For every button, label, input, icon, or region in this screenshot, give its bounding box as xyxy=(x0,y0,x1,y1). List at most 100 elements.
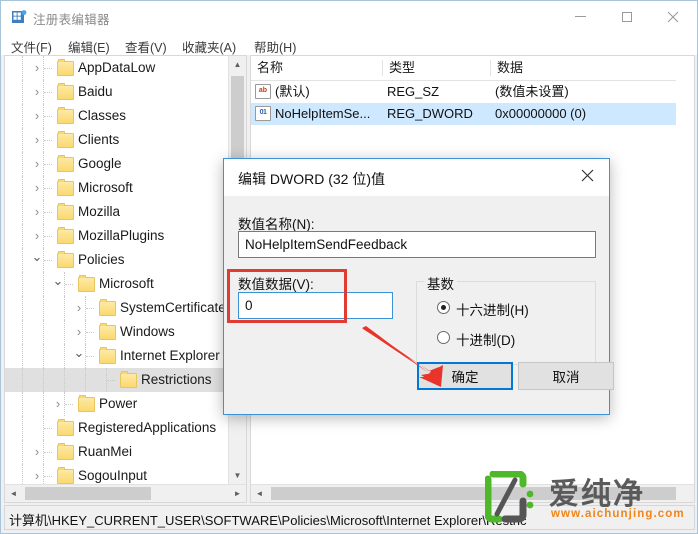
tree-item-windows[interactable]: › Windows xyxy=(5,320,227,344)
folder-icon xyxy=(57,203,74,220)
column-header-name[interactable]: 名称 xyxy=(251,56,383,80)
tree-item-policies[interactable]: ⌄ Policies xyxy=(5,248,227,272)
tree-item-label: Classes xyxy=(78,108,127,123)
menu-edit[interactable]: 编辑(E) xyxy=(64,36,114,57)
tree-guide-line xyxy=(22,440,24,464)
minimize-button[interactable] xyxy=(557,1,603,32)
chevron-down-icon[interactable]: ⌄ xyxy=(52,272,64,296)
tree-guide-line xyxy=(43,464,45,484)
tree-guide-line xyxy=(22,56,24,80)
dialog-title: 编辑 DWORD (32 位)值 xyxy=(238,171,385,187)
value-name-label: 数值名称(N): xyxy=(238,217,315,232)
chevron-right-icon[interactable]: › xyxy=(31,440,43,464)
tree-item-label: Power xyxy=(99,396,138,411)
tree-hscroll-thumb[interactable] xyxy=(25,487,151,500)
maximize-button[interactable] xyxy=(604,1,650,32)
chevron-right-icon[interactable]: › xyxy=(31,224,43,248)
menu-help[interactable]: 帮助(H) xyxy=(250,36,300,57)
chevron-right-icon[interactable]: › xyxy=(73,296,85,320)
tree-guide-line xyxy=(22,416,24,440)
chevron-right-icon[interactable]: › xyxy=(52,392,64,416)
ok-button[interactable]: 确定 xyxy=(417,362,513,390)
chevron-right-icon[interactable]: › xyxy=(73,320,85,344)
chevron-right-icon[interactable]: › xyxy=(31,152,43,176)
tree-item-microsoft[interactable]: › Microsoft xyxy=(5,176,227,200)
tree-item-appdatalow[interactable]: › AppDataLow xyxy=(5,56,227,80)
radio-hexadecimal-label: 十六进制(H) xyxy=(456,303,529,318)
tree-item-mozilla[interactable]: › Mozilla xyxy=(5,200,227,224)
tree-guide-line xyxy=(64,344,66,368)
folder-icon xyxy=(99,347,116,364)
value-data-input[interactable] xyxy=(238,292,393,319)
menu-view[interactable]: 查看(V) xyxy=(121,36,171,57)
tree-item-internet-explorer[interactable]: ⌄ Internet Explorer xyxy=(5,344,227,368)
registry-tree[interactable]: › AppDataLow › Baidu › Classes › Clients › Google… xyxy=(5,56,227,484)
cell-data: (数值未设置) xyxy=(495,84,569,99)
tree-item-systemcertificates[interactable]: › SystemCertificates xyxy=(5,296,227,320)
tree-guide-line xyxy=(22,392,24,416)
folder-icon xyxy=(57,83,74,100)
tree-item-google[interactable]: › Google xyxy=(5,152,227,176)
menu-favorites[interactable]: 收藏夹(A) xyxy=(178,36,240,57)
tree-guide-line xyxy=(43,320,45,344)
tree-guide-tee xyxy=(107,380,115,382)
value-name-input[interactable] xyxy=(238,231,596,258)
tree-item-label: Mozilla xyxy=(78,204,121,219)
chevron-right-icon[interactable]: › xyxy=(31,56,43,80)
close-icon xyxy=(650,1,696,32)
chevron-right-icon[interactable]: › xyxy=(31,104,43,128)
window-title: 注册表编辑器 xyxy=(33,13,110,27)
chevron-right-icon[interactable]: › xyxy=(31,464,43,484)
chevron-right-icon[interactable]: › xyxy=(31,200,43,224)
tree-guide-tee xyxy=(86,332,94,334)
tree-guide-tee xyxy=(44,68,52,70)
tree-item-microsoft[interactable]: ⌄ Microsoft xyxy=(5,272,227,296)
tree-item-power[interactable]: › Power xyxy=(5,392,227,416)
chevron-right-icon[interactable]: › xyxy=(31,128,43,152)
menu-file[interactable]: 文件(F) xyxy=(7,36,56,57)
chevron-right-icon[interactable]: › xyxy=(31,176,43,200)
tree-item-restrictions[interactable]: Restrictions xyxy=(5,368,227,392)
tree-scroll-left-icon[interactable]: ◄ xyxy=(5,485,22,502)
folder-icon xyxy=(57,131,74,148)
close-button[interactable] xyxy=(650,1,696,32)
radio-unselected-icon xyxy=(437,331,450,344)
tree-item-baidu[interactable]: › Baidu xyxy=(5,80,227,104)
folder-icon xyxy=(57,155,74,172)
tree-guide-line xyxy=(64,320,66,344)
tree-item-classes[interactable]: › Classes xyxy=(5,104,227,128)
registry-editor-icon xyxy=(11,9,27,25)
values-vertical-scrollbar xyxy=(676,56,694,486)
tree-guide-tee xyxy=(65,404,73,406)
tree-scroll-up-icon[interactable]: ▲ xyxy=(229,56,246,73)
tree-item-label: AppDataLow xyxy=(78,60,156,75)
table-row[interactable]: 01 NoHelpItemSe... REG_DWORD 0x00000000 (0) xyxy=(251,103,676,125)
tree-scroll-right-icon[interactable]: ► xyxy=(229,485,246,502)
tree-item-clients[interactable]: › Clients xyxy=(5,128,227,152)
cell-name: (默认) xyxy=(275,84,310,99)
tree-guide-line xyxy=(22,224,24,248)
table-row[interactable]: ab (默认) REG_SZ (数值未设置) xyxy=(251,81,676,103)
tree-scroll-down-icon[interactable]: ▼ xyxy=(229,467,246,484)
column-header-type[interactable]: 类型 xyxy=(383,56,491,80)
chevron-right-icon[interactable]: › xyxy=(31,80,43,104)
tree-item-sogouinput[interactable]: › SogouInput xyxy=(5,464,227,484)
tree-item-label: Windows xyxy=(120,324,175,339)
chevron-down-icon[interactable]: ⌄ xyxy=(31,248,43,272)
tree-item-ruanmei[interactable]: › RuanMei xyxy=(5,440,227,464)
current-registry-path: 计算机\HKEY_CURRENT_USER\SOFTWARE\Policies\… xyxy=(9,513,527,528)
aichunjing-logo-icon xyxy=(484,470,539,523)
tree-guide-line xyxy=(85,368,87,392)
tree-horizontal-scrollbar[interactable]: ◄ ► xyxy=(5,484,246,502)
tree-item-registeredapplications[interactable]: RegisteredApplications xyxy=(5,416,227,440)
chevron-down-icon[interactable]: ⌄ xyxy=(73,344,85,368)
values-scroll-left-icon[interactable]: ◄ xyxy=(251,485,268,502)
tree-item-mozillaplugins[interactable]: › MozillaPlugins xyxy=(5,224,227,248)
folder-icon xyxy=(57,107,74,124)
cancel-button[interactable]: 取消 xyxy=(518,362,614,390)
tree-guide-tee xyxy=(65,284,73,286)
tree-item-label: Internet Explorer xyxy=(120,348,220,363)
column-header-data[interactable]: 数据 xyxy=(491,56,677,80)
dialog-close-button[interactable] xyxy=(565,159,609,195)
close-icon xyxy=(581,169,594,186)
